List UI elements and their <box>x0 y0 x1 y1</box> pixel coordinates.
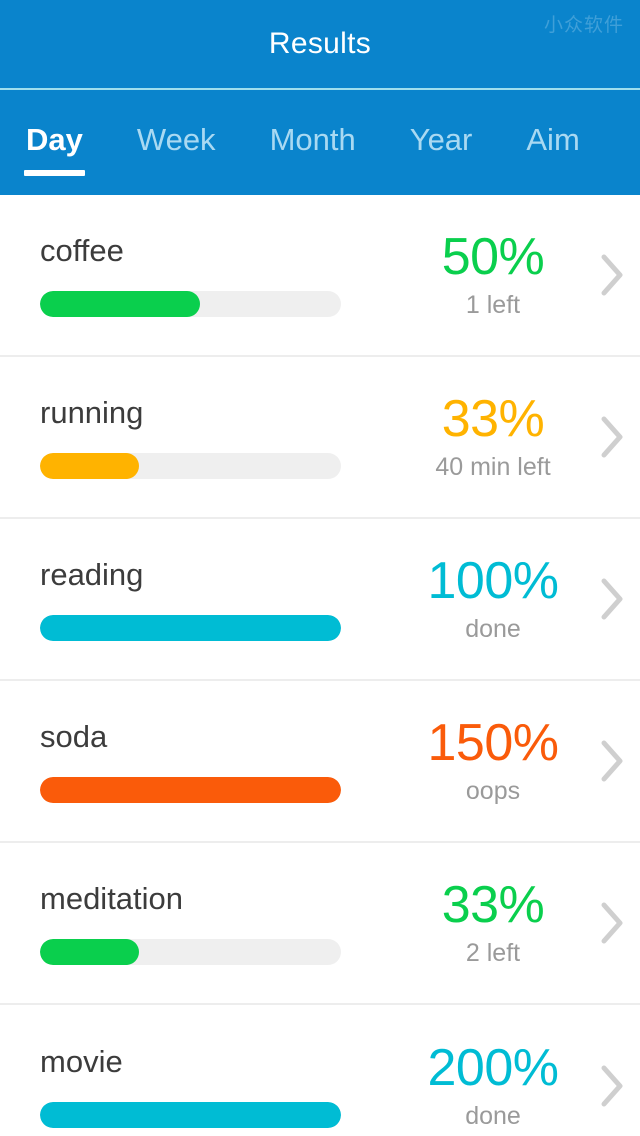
tab-aim[interactable]: Aim <box>526 90 579 158</box>
tab-week[interactable]: Week <box>137 90 216 158</box>
item-name: running <box>40 395 144 430</box>
list-item[interactable]: reading 100% done <box>0 519 640 681</box>
tab-label: Year <box>409 122 473 157</box>
item-name: coffee <box>40 233 124 268</box>
item-subtitle: 2 left <box>465 938 521 967</box>
item-info: reading <box>40 557 406 641</box>
percent-value: 50% <box>441 227 545 286</box>
tab-bar: Day Week Month Year Aim <box>0 90 640 195</box>
item-subtitle: done <box>465 614 521 643</box>
item-stats: 100% done <box>406 555 586 644</box>
list-item[interactable]: running 33% 40 min left <box>0 357 640 519</box>
progress-track <box>40 939 341 965</box>
tab-active-indicator <box>24 170 85 176</box>
list-item[interactable]: meditation 33% 2 left <box>0 843 640 1005</box>
progress-fill <box>40 1102 341 1128</box>
item-name: movie <box>40 1044 123 1079</box>
percent-value: 33% <box>441 875 545 934</box>
item-info: movie <box>40 1044 406 1128</box>
chevron-right-icon[interactable] <box>586 739 640 783</box>
tab-year[interactable]: Year <box>410 90 473 158</box>
percent-value: 33% <box>441 389 545 448</box>
tab-day[interactable]: Day <box>24 90 85 176</box>
app-screen: Results 小众软件 Day Week Month Year Aim coffee 5… <box>0 0 640 1136</box>
item-info: soda <box>40 719 406 803</box>
progress-fill <box>40 453 140 479</box>
progress-track <box>40 1102 341 1128</box>
item-stats: 50% 1 left <box>406 231 586 320</box>
progress-fill <box>40 939 140 965</box>
list-item[interactable]: coffee 50% 1 left <box>0 195 640 357</box>
item-subtitle: done <box>465 1101 521 1130</box>
chevron-right-icon[interactable] <box>586 901 640 945</box>
item-stats: 33% 2 left <box>406 879 586 968</box>
progress-fill <box>40 615 341 641</box>
percent-value: 150% <box>427 713 560 772</box>
item-subtitle: oops <box>465 776 521 805</box>
list-item[interactable]: soda 150% oops <box>0 681 640 843</box>
tab-label: Week <box>136 122 216 157</box>
progress-fill <box>40 777 341 803</box>
tab-month[interactable]: Month <box>270 90 356 158</box>
item-stats: 200% done <box>406 1042 586 1131</box>
item-subtitle: 1 left <box>465 290 521 319</box>
top-app-bar: Results 小众软件 <box>0 0 640 88</box>
page-title: Results <box>268 27 372 60</box>
item-stats: 150% oops <box>406 717 586 806</box>
results-list: coffee 50% 1 left running 33% 40 min left read… <box>0 195 640 1136</box>
progress-fill <box>40 291 200 317</box>
item-info: running <box>40 395 406 479</box>
progress-track <box>40 777 341 803</box>
chevron-right-icon[interactable] <box>586 415 640 459</box>
tab-label: Day <box>26 122 83 157</box>
watermark-text: 小众软件 <box>543 15 624 36</box>
tab-label: Month <box>269 122 356 157</box>
chevron-right-icon[interactable] <box>586 577 640 621</box>
percent-value: 200% <box>427 1038 560 1097</box>
progress-track <box>40 453 341 479</box>
chevron-right-icon[interactable] <box>586 1064 640 1108</box>
list-item[interactable]: movie 200% done <box>0 1005 640 1136</box>
progress-track <box>40 615 341 641</box>
item-info: coffee <box>40 233 406 317</box>
progress-track <box>40 291 341 317</box>
item-stats: 33% 40 min left <box>406 393 586 482</box>
item-name: reading <box>40 557 144 592</box>
chevron-right-icon[interactable] <box>586 253 640 297</box>
tab-label: Aim <box>526 122 580 157</box>
item-subtitle: 40 min left <box>435 452 551 481</box>
percent-value: 100% <box>427 551 560 610</box>
item-info: meditation <box>40 881 406 965</box>
item-name: soda <box>40 719 108 754</box>
item-name: meditation <box>40 881 184 916</box>
